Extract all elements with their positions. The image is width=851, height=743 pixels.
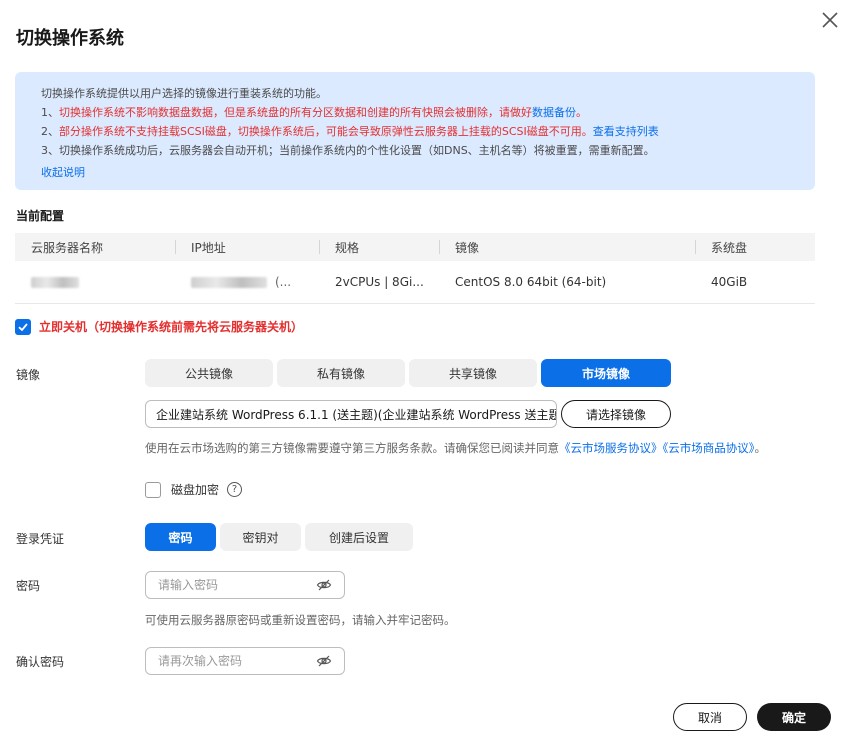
select-image-button[interactable]: 请选择镜像	[561, 400, 671, 428]
image-label: 镜像	[16, 368, 41, 382]
help-icon[interactable]: ?	[227, 482, 243, 497]
column-header: 镜像	[439, 233, 695, 261]
password-field-wrapper	[145, 571, 345, 599]
password-input[interactable]	[158, 578, 316, 592]
notice-line-1-prefix: 1、	[41, 106, 59, 119]
support-list-link[interactable]: 查看支持列表	[593, 125, 659, 138]
shutdown-label: 立即关机（切换操作系统前需先将云服务器关机）	[39, 320, 304, 334]
table-header: 云服务器名称 IP地址 规格 镜像 系统盘	[15, 233, 815, 261]
cancel-button[interactable]: 取消	[673, 703, 747, 731]
shutdown-option: 立即关机（切换操作系统前需先将云服务器关机）	[15, 318, 303, 335]
current-config-table: 云服务器名称 IP地址 规格 镜像 系统盘 (... 2vCPUs | 8Gi.…	[15, 233, 815, 304]
close-icon	[822, 12, 838, 28]
notice-panel: 切换操作系统提供以用户选择的镜像进行重装系统的功能。 1、切换操作系统不影响数据…	[15, 72, 815, 190]
column-header: 云服务器名称	[31, 240, 104, 255]
password-hint: 可使用云服务器原密码或重新设置密码，请输入并牢记密码。	[145, 613, 456, 627]
terms-suffix: 。	[754, 441, 767, 455]
data-backup-link[interactable]: 数据备份	[532, 106, 576, 119]
eye-off-icon[interactable]	[316, 653, 332, 669]
terms-text: 使用在云市场选购的第三方镜像需要遵守第三方服务条款。请确保您已阅读并同意	[145, 441, 559, 455]
confirm-password-field-wrapper	[145, 647, 345, 675]
notice-line-2-prefix: 2、	[41, 125, 59, 138]
disk-encryption-option: 磁盘加密 ?	[145, 481, 243, 498]
table-row: (... 2vCPUs | 8Gi... CentOS 8.0 64bit (6…	[15, 261, 815, 304]
selected-image-field[interactable]: 企业建站系统 WordPress 6.1.1 (送主题)(企业建站系统 Word…	[145, 400, 557, 428]
tab-public-image[interactable]: 公共镜像	[145, 359, 273, 387]
notice-line-1-suffix: 。	[576, 106, 587, 119]
tab-private-image[interactable]: 私有镜像	[277, 359, 405, 387]
tab-market-image[interactable]: 市场镜像	[541, 359, 671, 387]
notice-line-1: 1、切换操作系统不影响数据盘数据，但是系统盘的所有分区数据和创建的所有快照会被删…	[41, 103, 789, 122]
eye-off-icon[interactable]	[316, 577, 332, 593]
column-header: 规格	[319, 233, 439, 261]
ip-suffix: (...	[275, 275, 292, 289]
column-header: IP地址	[175, 233, 319, 261]
credential-options: 密码 密钥对 创建后设置	[145, 523, 417, 551]
redacted-server-name	[31, 276, 79, 288]
confirm-password-label: 确认密码	[16, 655, 65, 669]
market-service-agreement-link[interactable]: 《云市场服务协议》	[559, 441, 663, 455]
check-icon	[18, 322, 28, 331]
market-product-agreement-link[interactable]: 《云市场商品协议》	[663, 441, 755, 455]
image-cell: CentOS 8.0 64bit (64-bit)	[455, 275, 607, 289]
credential-later-option[interactable]: 创建后设置	[305, 523, 413, 551]
server-name-cell	[15, 261, 175, 303]
notice-line-2-text: 部分操作系统不支持挂载SCSI磁盘，切换操作系统后，可能会导致原弹性云服务器上挂…	[59, 125, 593, 138]
spec-cell: 2vCPUs | 8Gi...	[335, 275, 424, 289]
redacted-ip	[191, 276, 267, 288]
disk-encryption-label: 磁盘加密	[171, 483, 220, 497]
notice-line-0: 切换操作系统提供以用户选择的镜像进行重装系统的功能。	[41, 87, 327, 100]
disk-cell: 40GiB	[711, 275, 748, 289]
dialog-title: 切换操作系统	[16, 28, 124, 49]
current-config-title: 当前配置	[16, 209, 65, 223]
disk-encryption-checkbox[interactable]	[145, 481, 161, 498]
notice-line-1-text: 切换操作系统不影响数据盘数据，但是系统盘的所有分区数据和创建的所有快照会被删除，…	[59, 106, 532, 119]
credential-password-option[interactable]: 密码	[145, 523, 216, 551]
tab-shared-image[interactable]: 共享镜像	[409, 359, 537, 387]
market-terms: 使用在云市场选购的第三方镜像需要遵守第三方服务条款。请确保您已阅读并同意《云市场…	[145, 440, 766, 456]
close-button[interactable]	[818, 8, 842, 32]
credential-keypair-option[interactable]: 密钥对	[220, 523, 301, 551]
shutdown-checkbox[interactable]	[15, 318, 31, 335]
confirm-button[interactable]: 确定	[757, 703, 831, 731]
image-type-tabs: 公共镜像 私有镜像 共享镜像 市场镜像	[145, 359, 675, 387]
ip-cell: (...	[175, 261, 319, 303]
credential-label: 登录凭证	[16, 532, 65, 546]
collapse-notice-link[interactable]: 收起说明	[41, 163, 85, 182]
notice-line-3: 3、切换操作系统成功后，云服务器会自动开机；当前操作系统内的个性化设置（如DNS…	[41, 144, 655, 157]
column-header: 系统盘	[695, 233, 815, 261]
notice-line-2: 2、部分操作系统不支持挂载SCSI磁盘，切换操作系统后，可能会导致原弹性云服务器…	[41, 122, 789, 141]
confirm-password-input[interactable]	[158, 654, 316, 668]
password-label: 密码	[16, 579, 41, 593]
